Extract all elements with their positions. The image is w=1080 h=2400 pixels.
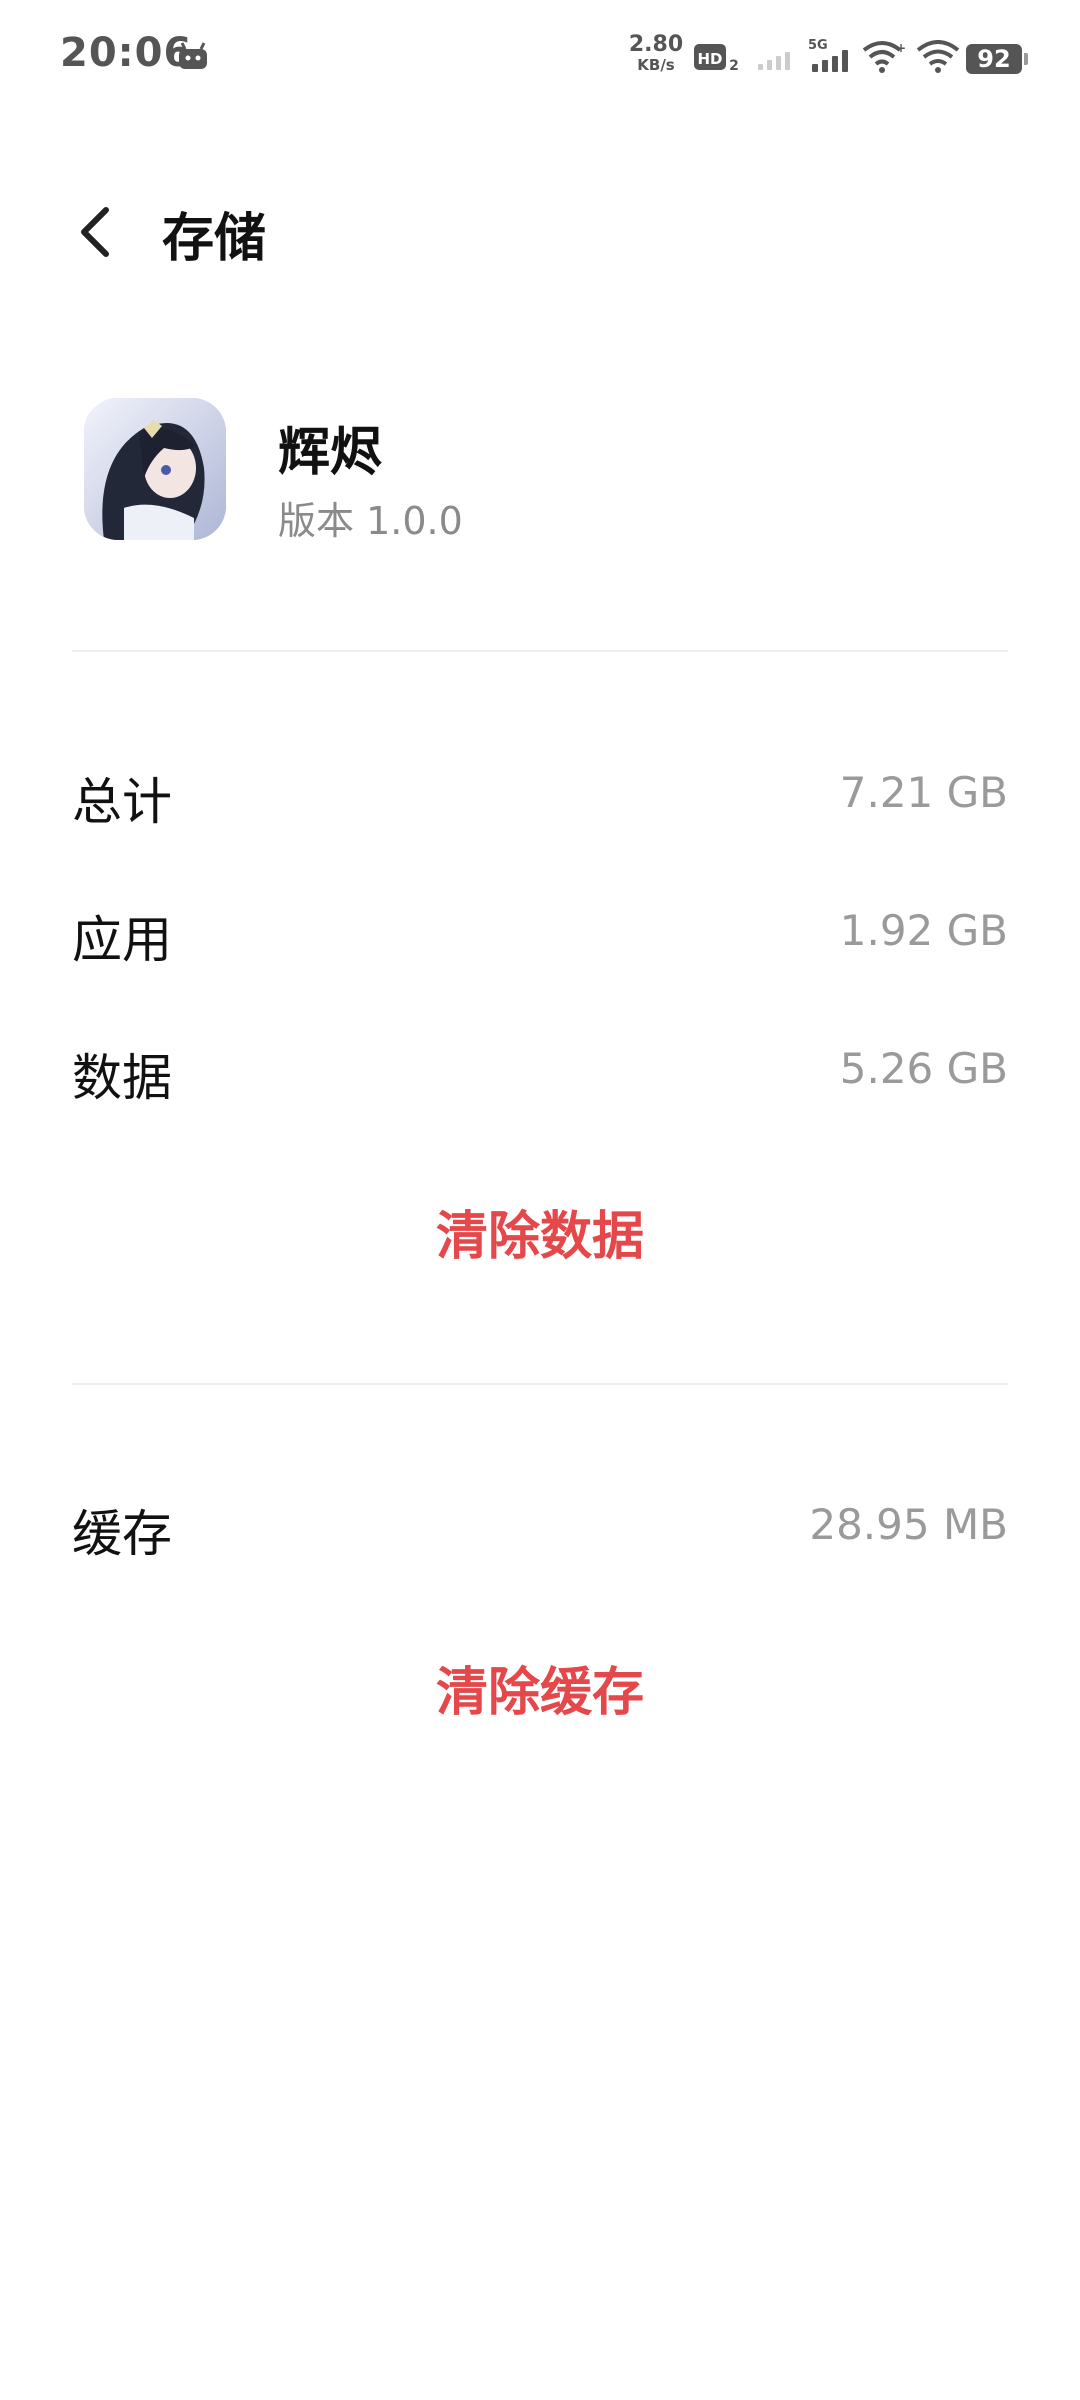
network-speed-value: 2.80 (628, 32, 684, 57)
signal-5g-icon: 5G (808, 38, 848, 72)
svg-text:+: + (896, 41, 906, 55)
status-time: 20:06 (60, 30, 193, 76)
back-button[interactable] (66, 200, 126, 264)
cache-label: 缓存 (72, 1505, 172, 1563)
app-size-label: 应用 (72, 911, 172, 969)
app-version: 版本 1.0.0 (278, 499, 463, 543)
app-icon (84, 398, 226, 540)
wifi-icon (916, 40, 960, 73)
battery-icon: 92 (966, 44, 1028, 74)
app-size-value: 1.92 GB (839, 906, 1008, 955)
divider (72, 650, 1008, 652)
page-title: 存储 (162, 209, 267, 269)
divider (72, 1383, 1008, 1385)
data-size-label: 数据 (72, 1049, 172, 1107)
signal-sim1-icon (758, 52, 790, 70)
android-notification-icon (179, 42, 207, 69)
app-name: 辉烬 (278, 423, 383, 483)
total-label: 总计 (72, 773, 172, 831)
clear-cache-button[interactable]: 清除缓存 (0, 1650, 1080, 1725)
chevron-left-icon (81, 207, 109, 257)
clear-data-button[interactable]: 清除数据 (0, 1194, 1080, 1269)
svg-text:5G: 5G (808, 38, 828, 53)
storage-settings-page: 20:06 2.80 KB/s HD 2 5G + 92 存储 辉烬 版本 1.… (0, 0, 1080, 2400)
svg-text:2: 2 (729, 58, 739, 74)
app-character-artwork (84, 398, 226, 540)
network-speed: 2.80 KB/s (626, 34, 686, 73)
hd-voice-icon: HD 2 (694, 44, 739, 74)
wifi-plus-icon: + (862, 41, 906, 73)
data-size-value: 5.26 GB (839, 1044, 1008, 1093)
cache-value: 28.95 MB (809, 1500, 1008, 1549)
network-speed-unit: KB/s (637, 56, 675, 74)
total-value: 7.21 GB (839, 768, 1008, 817)
status-bar: 20:06 2.80 KB/s HD 2 5G + 92 (0, 0, 1080, 116)
svg-text:HD: HD (697, 50, 722, 68)
